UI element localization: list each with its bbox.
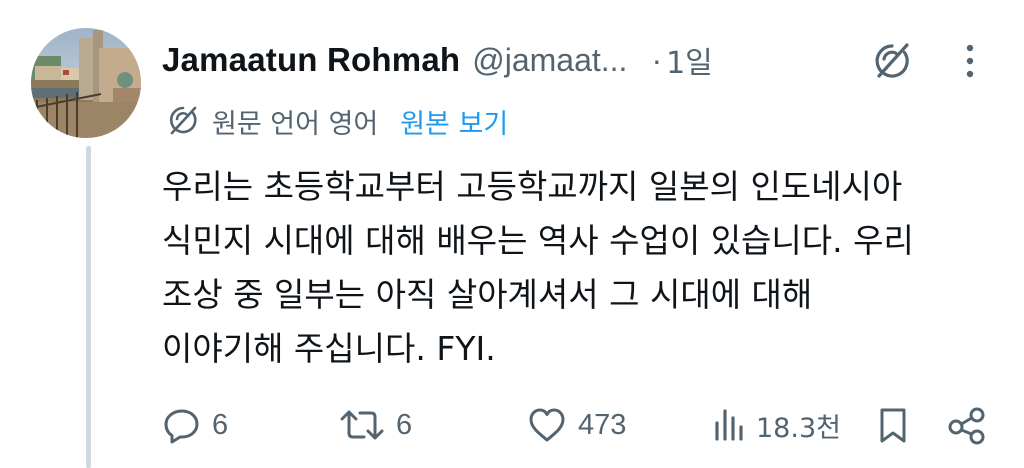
thread-line [86,146,91,468]
author-handle[interactable]: @jamaat... [472,42,627,79]
tweet-header: Jamaatun Rohmah @jamaat... · 1일 [162,34,713,86]
translate-icon [166,104,200,138]
bookmark-icon [876,405,910,445]
translation-label: 원문 언어 영어 [212,108,379,140]
share-icon [946,405,988,445]
avatar-photo [31,28,141,138]
author-display-name[interactable]: Jamaatun Rohmah [162,41,460,79]
tweet-text-line: 우리는 초등학교부터 고등학교까지 일본의 인도네시아 [162,167,903,206]
views-button[interactable]: 18.3천 [712,400,841,450]
reply-button[interactable]: 6 [162,400,228,450]
tweet-text-line: 조상 중 일부는 아직 살아계셔서 그 시대에 대해 [162,275,813,314]
tweet-text-line: 식민지 시대에 대해 배우는 역사 수업이 있습니다. 우리 [162,221,914,260]
tweet-text: 우리는 초등학교부터 고등학교까지 일본의 인도네시아 식민지 시대에 대해 배… [162,160,1002,376]
more-icon [966,44,974,78]
reply-count: 6 [212,408,229,441]
tweet-text-line: 이야기해 주십니다. FYI. [162,329,496,368]
repost-button[interactable]: 6 [338,400,412,450]
grok-icon [870,39,914,83]
share-button[interactable] [946,400,988,450]
separator-dot: · [651,41,663,78]
bookmark-button[interactable] [876,400,910,450]
like-count: 473 [578,408,627,441]
tweet-actions-bar: 6 6 473 18.3천 [162,400,992,450]
show-original-link[interactable]: 원본 보기 [400,102,508,141]
translation-row: 원문 언어 영어 원본 보기 [166,100,508,142]
grok-button[interactable] [864,36,920,86]
like-button[interactable]: 473 [526,400,626,450]
avatar[interactable] [31,28,141,138]
reply-icon [162,405,202,445]
like-icon [526,405,568,445]
repost-count: 6 [396,408,413,441]
tweet-timestamp[interactable]: 1일 [666,38,713,82]
more-options-button[interactable] [950,38,990,84]
repost-icon [338,405,386,445]
view-count: 18.3천 [756,412,841,444]
views-icon [712,405,746,445]
